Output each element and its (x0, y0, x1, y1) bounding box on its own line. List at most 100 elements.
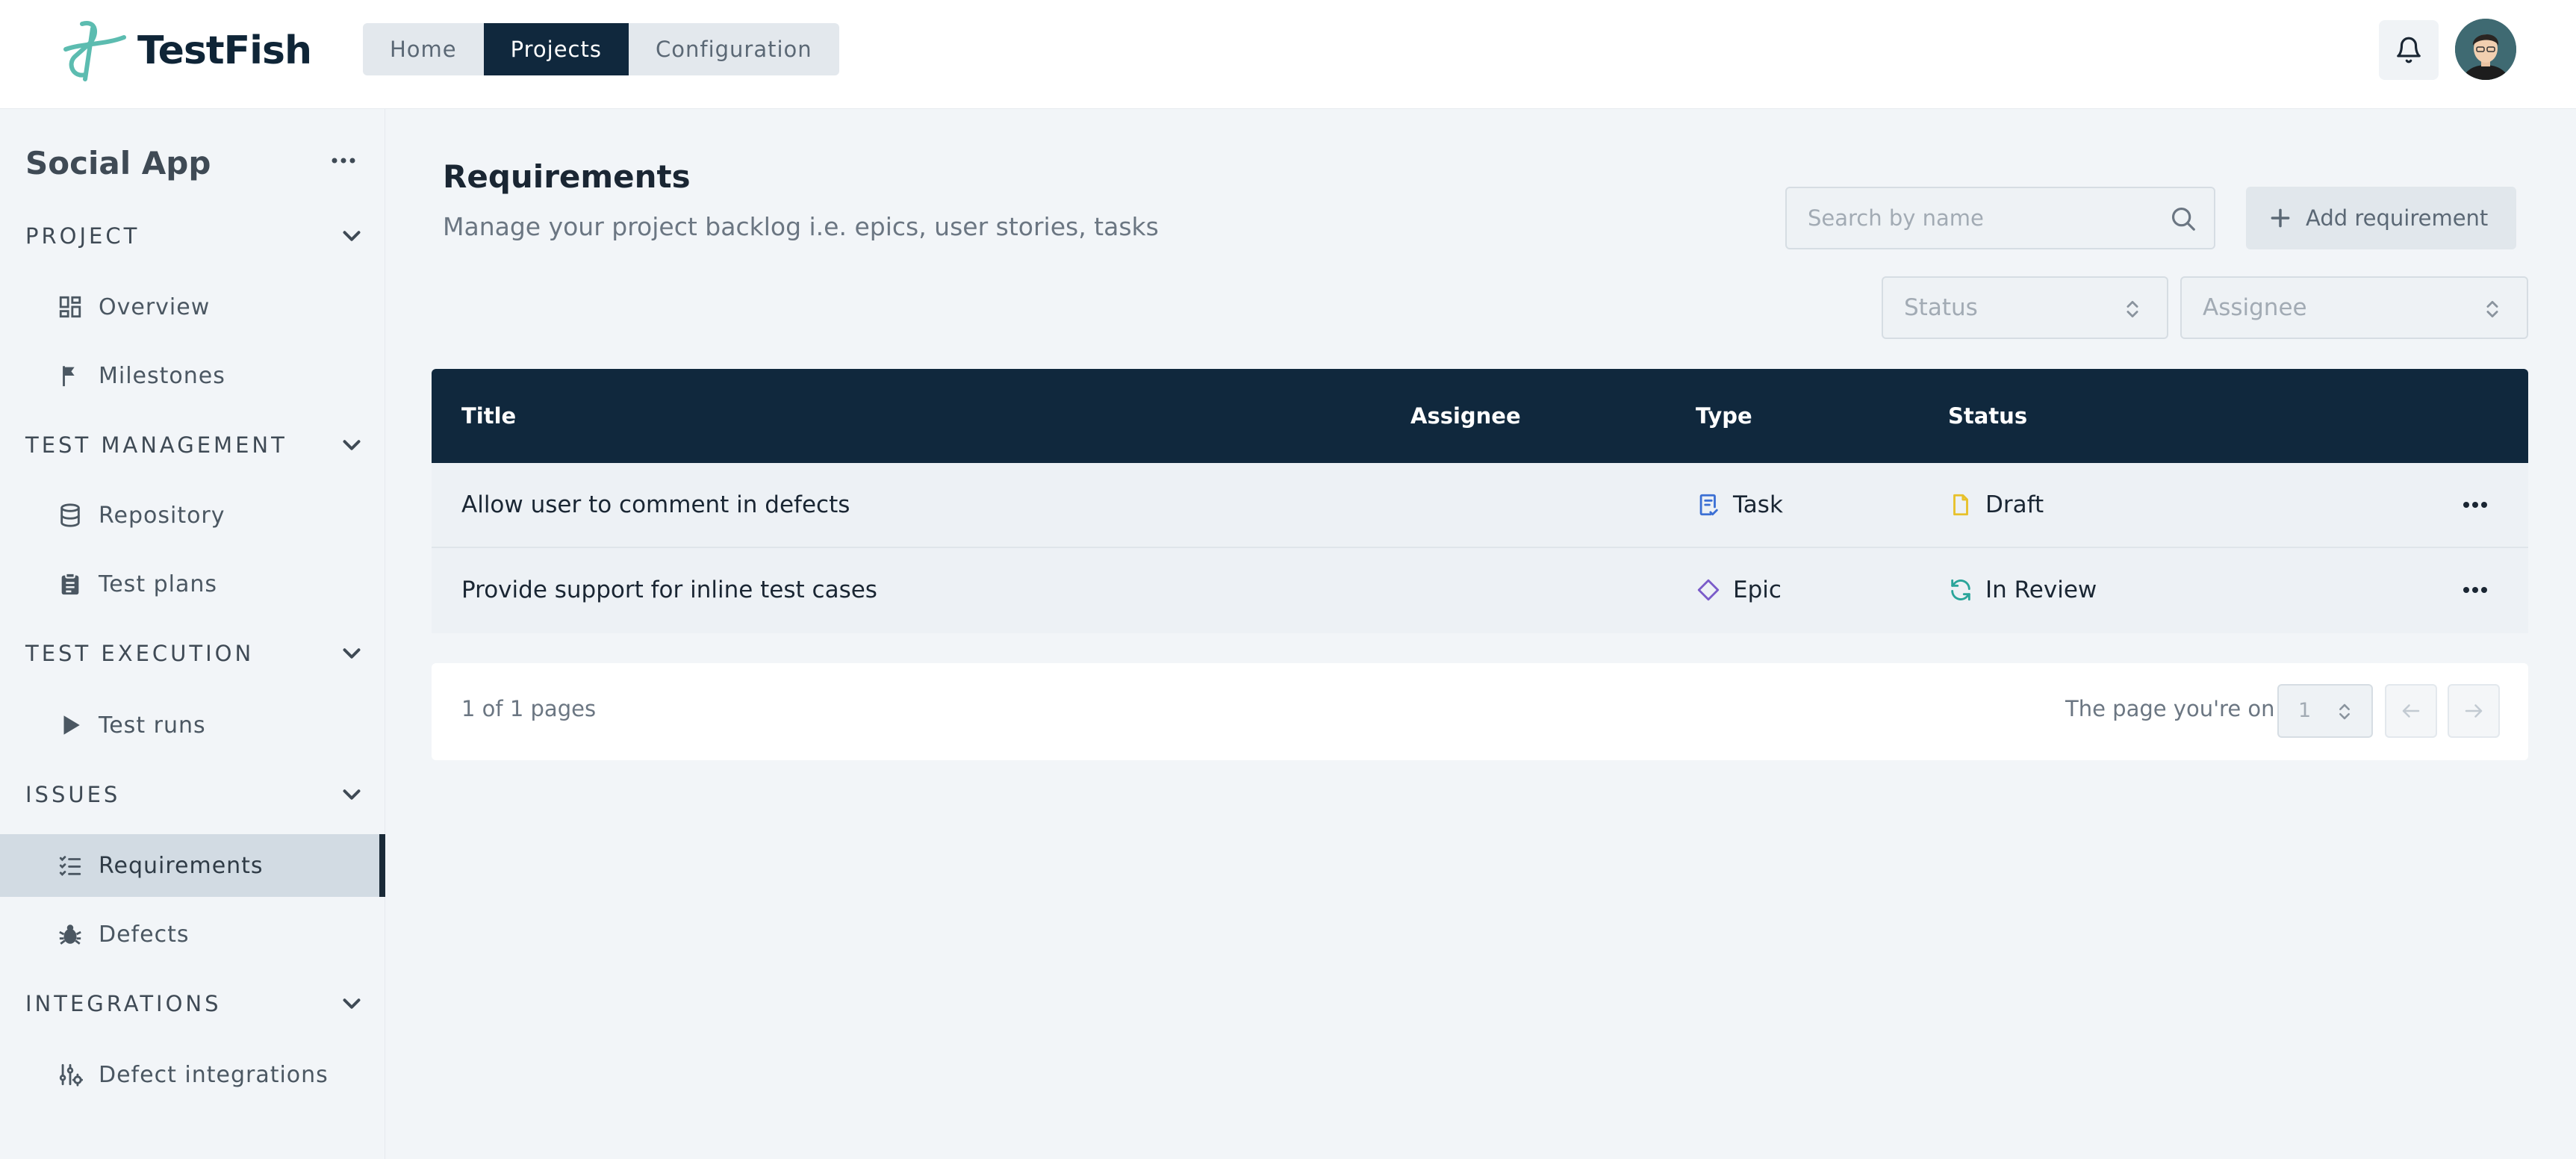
sidebar-item-label: Defect integrations (99, 1061, 329, 1088)
row-status: In Review (1948, 548, 2097, 632)
next-page-button[interactable] (2448, 684, 2500, 738)
column-header-assignee[interactable]: Assignee (1410, 369, 1521, 463)
topnav-home[interactable]: Home (363, 23, 484, 75)
table-row[interactable]: Provide support for inline test cases Ep… (432, 548, 2528, 633)
section-test-execution[interactable]: TEST EXECUTION (25, 631, 361, 676)
section-label: TEST MANAGEMENT (25, 432, 287, 458)
plus-icon (2271, 208, 2290, 228)
status-filter-select[interactable]: Status (1882, 276, 2168, 339)
search-icon[interactable] (2169, 205, 2197, 233)
chevron-up-down-icon (2486, 300, 2498, 318)
list-check-icon (59, 856, 81, 877)
section-test-management[interactable]: TEST MANAGEMENT (25, 423, 361, 467)
row-type-label: Task (1733, 491, 1783, 518)
bell-icon (2397, 37, 2421, 63)
project-name: Social App (25, 145, 211, 181)
assignee-filter-placeholder: Assignee (2203, 294, 2307, 321)
row-title[interactable]: Allow user to comment in defects (461, 463, 850, 547)
section-label: PROJECT (25, 223, 140, 249)
testfish-logo-icon (63, 21, 126, 81)
database-icon (60, 503, 80, 527)
row-type-label: Epic (1733, 577, 1782, 603)
row-more-icon[interactable] (2457, 577, 2494, 603)
row-title[interactable]: Provide support for inline test cases (461, 548, 877, 632)
top-nav: Home Projects Configuration (363, 23, 839, 75)
chevron-down-icon (343, 648, 361, 659)
column-header-title[interactable]: Title (461, 369, 516, 463)
app-logo[interactable]: TestFish (52, 15, 312, 87)
sidebar-item-label: Milestones (99, 362, 225, 389)
notifications-button[interactable] (2379, 20, 2439, 80)
row-type: Epic (1696, 548, 1782, 632)
column-header-type[interactable]: Type (1696, 369, 1752, 463)
bug-icon (59, 925, 81, 945)
page-title: Requirements (443, 158, 691, 195)
previous-page-button[interactable] (2385, 684, 2437, 738)
pagination-label: The page you're on (2065, 696, 2275, 721)
refresh-icon (1951, 579, 1970, 601)
sliders-icon (59, 1063, 83, 1087)
chevron-down-icon (343, 231, 361, 241)
user-avatar[interactable] (2455, 19, 2516, 80)
flag-icon (63, 366, 75, 387)
topnav-configuration[interactable]: Configuration (629, 23, 839, 75)
sidebar-item-defect-integrations[interactable]: Defect integrations (0, 1043, 385, 1106)
row-type: Task (1696, 463, 1783, 547)
sidebar-item-defects[interactable]: Defects (0, 903, 385, 966)
pagination-info: 1 of 1 pages (461, 696, 597, 721)
sidebar-item-label: Requirements (99, 852, 264, 879)
sidebar-item-repository[interactable]: Repository (0, 484, 385, 547)
chevron-up-down-icon (2127, 300, 2138, 318)
play-icon (63, 715, 80, 735)
arrow-left-icon (2402, 704, 2420, 718)
section-integrations[interactable]: INTEGRATIONS (25, 981, 361, 1026)
sidebar-item-requirements[interactable]: Requirements (0, 834, 385, 897)
current-page-value: 1 (2298, 699, 2312, 722)
row-status-label: In Review (1985, 577, 2097, 603)
status-filter-placeholder: Status (1904, 294, 1978, 321)
sidebar-item-label: Test runs (99, 712, 206, 739)
row-status-label: Draft (1985, 491, 2044, 518)
chevron-down-icon (343, 440, 361, 450)
section-label: TEST EXECUTION (25, 641, 255, 666)
section-label: ISSUES (25, 782, 121, 807)
diamond-icon (1697, 579, 1720, 601)
chevron-up-down-icon (2339, 703, 2350, 720)
column-header-status[interactable]: Status (1948, 369, 2027, 463)
arrow-right-icon (2465, 704, 2483, 718)
task-icon (1699, 494, 1718, 516)
file-icon (1953, 494, 1968, 516)
table-row[interactable]: Allow user to comment in defects Task Dr… (432, 463, 2528, 548)
sidebar-item-overview[interactable]: Overview (0, 276, 385, 338)
section-issues[interactable]: ISSUES (25, 772, 361, 817)
add-requirement-label: Add requirement (2306, 205, 2489, 231)
pagination-bar: 1 of 1 pages The page you're on 1 (432, 663, 2528, 760)
project-more-icon[interactable] (329, 149, 358, 172)
page-number-select[interactable]: 1 (2277, 684, 2373, 738)
topnav-projects[interactable]: Projects (483, 23, 629, 75)
chevron-down-icon (343, 998, 361, 1009)
row-more-icon[interactable] (2457, 491, 2494, 518)
sidebar-item-milestones[interactable]: Milestones (0, 344, 385, 407)
chevron-down-icon (343, 789, 361, 800)
assignee-filter-select[interactable]: Assignee (2180, 276, 2528, 339)
clipboard-icon (61, 572, 79, 595)
page-subtitle: Manage your project backlog i.e. epics, … (443, 212, 1159, 241)
sidebar: Social App PROJECT Overview Milestones T… (0, 109, 385, 1159)
sidebar-item-label: Defects (99, 921, 190, 948)
section-project[interactable]: PROJECT (25, 214, 361, 258)
sidebar-item-test-runs[interactable]: Test runs (0, 694, 385, 756)
add-requirement-button[interactable]: Add requirement (2246, 187, 2516, 249)
search-input[interactable] (1808, 205, 2159, 231)
row-status: Draft (1948, 463, 2044, 547)
requirements-table: Title Assignee Type Status Allow user to… (432, 369, 2528, 633)
table-header: Title Assignee Type Status (432, 369, 2528, 463)
sidebar-item-test-plans[interactable]: Test plans (0, 553, 385, 615)
avatar-image (2455, 19, 2516, 80)
search-box (1785, 187, 2215, 249)
top-bar: TestFish Home Projects Configuration (0, 0, 2576, 109)
section-label: INTEGRATIONS (25, 991, 222, 1016)
sidebar-item-label: Repository (99, 502, 225, 529)
grid-icon (59, 296, 81, 318)
logo-text: TestFish (137, 28, 312, 73)
